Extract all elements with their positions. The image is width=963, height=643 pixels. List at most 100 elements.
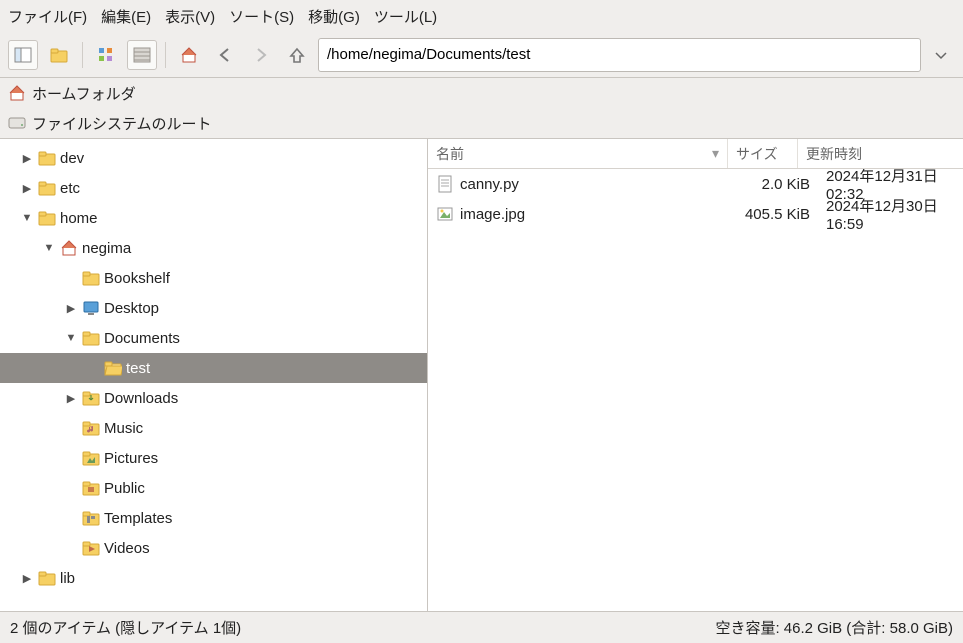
expander-icon[interactable]: ▶ xyxy=(20,182,34,195)
tree-item-desktop[interactable]: ▶ Desktop xyxy=(0,293,427,323)
list-view-button[interactable] xyxy=(127,40,157,70)
places-bar: ホームフォルダ ファイルシステムのルート xyxy=(0,78,963,139)
tree-label: Desktop xyxy=(104,300,159,317)
toolbar xyxy=(0,32,963,78)
tree-item-downloads[interactable]: ▶ Downloads xyxy=(0,383,427,413)
tree-item-test[interactable]: test xyxy=(0,353,427,383)
music-icon xyxy=(82,419,100,437)
tree-label: Downloads xyxy=(104,390,178,407)
tree-label: Templates xyxy=(104,510,172,527)
image-file-icon xyxy=(436,205,454,223)
forward-button[interactable] xyxy=(246,40,276,70)
column-label: 更新時刻 xyxy=(806,144,862,164)
tree-label: dev xyxy=(60,150,84,167)
expander-icon xyxy=(64,512,78,524)
column-name[interactable]: 名前 ▾ xyxy=(428,139,728,168)
file-name: canny.py xyxy=(460,176,519,193)
videos-icon xyxy=(82,539,100,557)
tree-label: Bookshelf xyxy=(104,270,170,287)
path-history-dropdown[interactable] xyxy=(927,46,955,64)
toolbar-separator xyxy=(165,42,166,68)
sort-indicator-icon: ▾ xyxy=(712,145,719,162)
main-area: ▶ dev ▶etc ▼ home ▼ negima Bookshelf ▶ Deskt… xyxy=(0,139,963,611)
expander-icon[interactable]: ▶ xyxy=(20,152,34,165)
tree-item-music[interactable]: Music xyxy=(0,413,427,443)
expander-icon xyxy=(64,452,78,464)
tree-item-home[interactable]: ▼ home xyxy=(0,203,427,233)
tree-label: Pictures xyxy=(104,450,158,467)
tree-label: lib xyxy=(60,570,75,587)
folder-icon xyxy=(38,149,56,167)
tree-label: Music xyxy=(104,420,143,437)
expander-icon xyxy=(64,542,78,554)
expander-icon xyxy=(64,422,78,434)
column-label: 名前 xyxy=(436,144,464,164)
menu-sort[interactable]: ソート(S) xyxy=(229,6,294,27)
folder-icon xyxy=(38,179,56,197)
sidebar-toggle-button[interactable] xyxy=(8,40,38,70)
toolbar-separator xyxy=(82,42,83,68)
path-bar xyxy=(318,38,921,72)
go-home-button[interactable] xyxy=(174,40,204,70)
tree-item-etc[interactable]: ▶etc xyxy=(0,173,427,203)
place-label: ホームフォルダ xyxy=(32,83,136,104)
tree-item-videos[interactable]: Videos xyxy=(0,533,427,563)
tree-item-documents[interactable]: ▼ Documents xyxy=(0,323,427,353)
menu-bar: ファイル(F) 編集(E) 表示(V) ソート(S) 移動(G) ツール(L) xyxy=(0,0,963,32)
expander-icon[interactable]: ▶ xyxy=(64,392,78,405)
tree-item-pictures[interactable]: Pictures xyxy=(0,443,427,473)
expander-icon[interactable]: ▶ xyxy=(64,302,78,315)
menu-edit[interactable]: 編集(E) xyxy=(101,6,151,27)
folder-icon xyxy=(38,209,56,227)
folder-icon xyxy=(82,329,100,347)
folder-tree[interactable]: ▶ dev ▶etc ▼ home ▼ negima Bookshelf ▶ Deskt… xyxy=(0,139,428,611)
status-bar: 2 個のアイテム (隠しアイテム 1個) 空き容量: 46.2 GiB (合計:… xyxy=(0,611,963,643)
back-button[interactable] xyxy=(210,40,240,70)
place-label: ファイルシステムのルート xyxy=(32,113,212,134)
tree-item-public[interactable]: Public xyxy=(0,473,427,503)
path-input[interactable] xyxy=(327,46,912,63)
icon-view-button[interactable] xyxy=(91,40,121,70)
tree-label: Documents xyxy=(104,330,180,347)
downloads-icon xyxy=(82,389,100,407)
new-folder-button[interactable] xyxy=(44,40,74,70)
file-pane: 名前 ▾ サイズ 更新時刻 canny.py 2.0 KiB 2024年12月31… xyxy=(428,139,963,611)
file-size: 405.5 KiB xyxy=(728,206,818,223)
menu-go[interactable]: 移動(G) xyxy=(308,6,360,27)
menu-tools[interactable]: ツール(L) xyxy=(374,6,437,27)
column-size[interactable]: サイズ xyxy=(728,139,798,168)
expander-icon[interactable]: ▼ xyxy=(20,212,34,224)
menu-view[interactable]: 表示(V) xyxy=(165,6,215,27)
column-label: サイズ xyxy=(736,144,778,164)
folder-open-icon xyxy=(104,359,122,377)
file-list[interactable]: canny.py 2.0 KiB 2024年12月31日 02:32 image… xyxy=(428,169,963,611)
place-home[interactable]: ホームフォルダ xyxy=(0,78,963,108)
menu-file[interactable]: ファイル(F) xyxy=(8,6,87,27)
expander-icon[interactable]: ▼ xyxy=(64,332,78,344)
folder-icon xyxy=(38,569,56,587)
home-icon xyxy=(8,84,26,102)
file-size: 2.0 KiB xyxy=(728,176,818,193)
expander-icon xyxy=(64,272,78,284)
tree-label: Videos xyxy=(104,540,150,557)
expander-icon[interactable]: ▶ xyxy=(20,572,34,585)
tree-item-dev[interactable]: ▶ dev xyxy=(0,143,427,173)
tree-item-bookshelf[interactable]: Bookshelf xyxy=(0,263,427,293)
file-row[interactable]: image.jpg 405.5 KiB 2024年12月30日 16:59 xyxy=(428,199,963,229)
column-modified[interactable]: 更新時刻 xyxy=(798,139,963,168)
file-date: 2024年12月30日 16:59 xyxy=(818,195,963,233)
tree-item-templates[interactable]: Templates xyxy=(0,503,427,533)
folder-icon xyxy=(82,269,100,287)
tree-item-lib[interactable]: ▶ lib xyxy=(0,563,427,593)
tree-label: negima xyxy=(82,240,131,257)
expander-icon[interactable]: ▼ xyxy=(42,242,56,254)
expander-icon xyxy=(64,482,78,494)
status-free-space: 空き容量: 46.2 GiB (合計: 58.0 GiB) xyxy=(715,617,953,638)
desktop-icon xyxy=(82,299,100,317)
up-button[interactable] xyxy=(282,40,312,70)
tree-item-negima[interactable]: ▼ negima xyxy=(0,233,427,263)
file-list-header: 名前 ▾ サイズ 更新時刻 xyxy=(428,139,963,169)
place-filesystem-root[interactable]: ファイルシステムのルート xyxy=(0,108,963,138)
tree-label: home xyxy=(60,210,98,227)
public-icon xyxy=(82,479,100,497)
